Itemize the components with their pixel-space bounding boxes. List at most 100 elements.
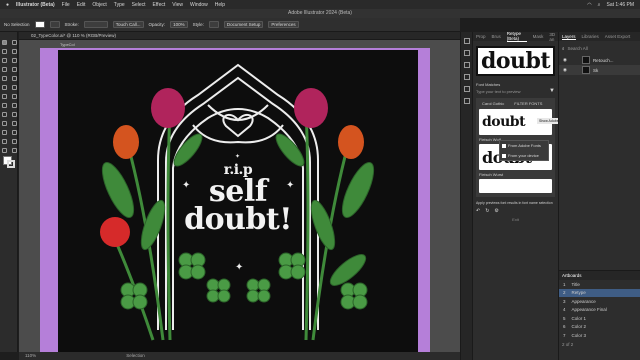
shape-builder-icon[interactable] [2,112,7,117]
tab-asset-export[interactable]: Asset Export [605,34,631,39]
menu-file[interactable]: File [62,2,70,8]
clover-flower-magenta [294,88,328,128]
tab-retype[interactable]: Retype (Beta) [506,31,527,42]
artboard-row[interactable]: 3 Appearance [559,297,640,306]
free-transform-icon[interactable] [12,103,17,108]
tab-3d[interactable]: 3D an [549,32,558,42]
font-matches-label: Font Matches [476,82,501,87]
font-matches-hint[interactable]: Type your text to preview [476,89,520,94]
clock[interactable]: Sat 1:46 PM [606,2,634,8]
filter-icon[interactable]: ▼ [549,88,555,94]
slice-tool-icon[interactable] [12,139,17,144]
zoom-level[interactable]: 110% [25,352,36,360]
tab-mask[interactable]: Mask [533,34,544,39]
document-tab[interactable]: 02_TypeColor.ai* @ 110 % (RGB/Preview) [19,32,460,40]
pen-tool-icon[interactable] [2,58,7,63]
apply-icon[interactable]: ↻ [485,208,489,214]
tab-properties[interactable]: Prop [476,34,486,39]
direct-selection-tool-icon[interactable] [12,40,17,45]
zoom-tool-icon[interactable] [12,148,17,153]
graph-tool-icon[interactable] [12,130,17,135]
retype-preview: doubt [476,46,555,76]
pencil-icon[interactable] [2,85,7,90]
eye-icon[interactable]: ◉ [563,67,567,73]
document-setup-button[interactable]: Document Setup [223,21,264,28]
settings-icon[interactable]: ⚙ [494,208,498,214]
opacity-field[interactable]: 100% [170,21,188,28]
tab-layers[interactable]: Layers [562,34,576,40]
lasso-icon[interactable] [12,49,17,54]
menu-type[interactable]: Type [114,2,125,8]
layer-row[interactable]: ◉ Retouch... [559,55,640,65]
menu-view[interactable]: View [172,2,183,8]
search-icon: ⌕ [562,45,565,51]
artboard-row[interactable]: 6 Color 2 [559,323,640,332]
properties-icon[interactable] [464,38,470,44]
search-icon[interactable]: ⌕ [598,2,601,8]
menu-effect[interactable]: Effect [153,2,166,8]
artboard-row[interactable]: 4 Appearance Final [559,306,640,315]
brushes-icon[interactable] [464,50,470,56]
eyedropper-icon[interactable] [2,121,7,126]
font-name: Carol Gothic [482,101,505,106]
menu-window[interactable]: Window [190,2,208,8]
tab-brushes[interactable]: Brus [492,34,501,39]
artboard-row[interactable]: 7 Color 3 [559,331,640,340]
color-icon[interactable] [464,74,470,80]
artboard-row[interactable]: 5 Color 1 [559,314,640,323]
artboard-row[interactable]: 2 Retype [559,288,640,297]
artboard-row[interactable]: 1 Title [559,280,640,289]
symbols-icon[interactable] [464,86,470,92]
menu-select[interactable]: Select [132,2,146,8]
checkbox-adobe-fonts[interactable] [502,143,506,148]
exit-button[interactable]: Exit [503,217,528,222]
style-dropdown[interactable] [208,21,219,28]
hand-tool-icon[interactable] [2,148,7,153]
layers-search-input[interactable]: Search All [568,46,588,51]
blend-tool-icon[interactable] [12,121,17,126]
artboard-tool-icon[interactable] [2,139,7,144]
selection-tool-icon[interactable] [2,40,7,45]
layer-thumbnail [581,56,590,64]
preferences-button[interactable]: Preferences [268,21,299,28]
type-tool-icon[interactable] [2,67,7,72]
eye-icon[interactable]: ◉ [563,57,567,63]
font-result-card[interactable] [479,179,552,193]
swatches-icon[interactable] [464,62,470,68]
app-menu[interactable]: Illustrator (Beta) [16,2,55,8]
eraser-icon[interactable] [12,85,17,90]
layer-row[interactable]: ◉ Sk [559,65,640,75]
checkbox-your-device[interactable] [502,153,506,158]
fill-stroke-swatches[interactable] [3,156,15,168]
tab-libraries[interactable]: Libraries [582,34,599,39]
rotate-tool-icon[interactable] [2,94,7,99]
symbol-sprayer-icon[interactable] [2,130,7,135]
stroke-icon[interactable] [464,98,470,104]
width-tool-icon[interactable] [2,103,7,108]
brush-dropdown[interactable]: Touch Call... [112,21,144,28]
magic-wand-icon[interactable] [2,49,7,54]
menu-object[interactable]: Object [92,2,106,8]
status-bar: 110% Selection [19,352,460,360]
curvature-tool-icon[interactable] [12,58,17,63]
undo-icon[interactable]: ↶ [476,208,480,214]
text-doubt[interactable]: doubt! [58,205,418,235]
apple-icon[interactable]: ● [6,2,9,8]
stroke-weight-field[interactable] [83,21,108,28]
scale-tool-icon[interactable] [12,94,17,99]
stroke-swatch[interactable] [49,21,60,28]
artboards-panel: Artboards 1 Title 2 Retype 3 Appearance 4 Ap… [558,270,640,360]
menu-help[interactable]: Help [215,2,225,8]
wifi-icon[interactable]: ◠ [587,2,591,8]
paintbrush-icon[interactable] [12,76,17,81]
gradient-tool-icon[interactable] [12,112,17,117]
retype-footer-hint: Apply previews font results in font name… [476,201,553,205]
artwork[interactable]: ✦ ✦ ✦ ✦ r.i.p self doubt! [58,50,418,352]
artboards-title[interactable]: Artboards [559,271,640,280]
layer-name: Sk [592,67,599,73]
fill-swatch[interactable] [34,21,45,28]
rectangle-tool-icon[interactable] [2,76,7,81]
menu-edit[interactable]: Edit [77,2,86,8]
mac-menu-bar: ● Illustrator (Beta) File Edit Object Ty… [0,0,640,9]
line-tool-icon[interactable] [12,67,17,72]
